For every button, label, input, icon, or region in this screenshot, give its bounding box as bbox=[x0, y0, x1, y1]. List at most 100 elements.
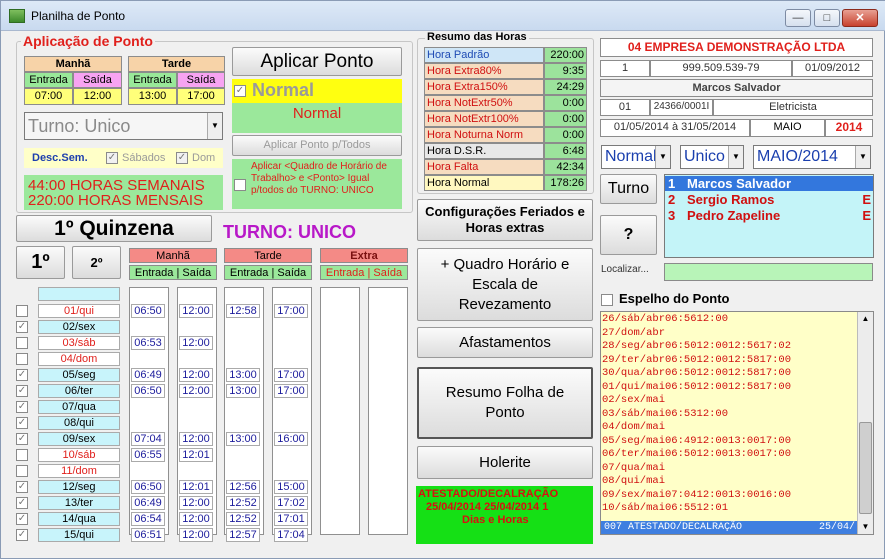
time-cell[interactable]: 16:00 bbox=[274, 432, 308, 446]
aplicar-todos-button[interactable]: Aplicar Ponto p/Todos bbox=[232, 135, 402, 156]
turno-button[interactable]: Turno bbox=[600, 174, 657, 204]
time-cell[interactable]: 06:54 bbox=[131, 512, 165, 526]
time-cell[interactable]: 06:50 bbox=[131, 480, 165, 494]
time-cell[interactable] bbox=[179, 352, 213, 366]
aplicar-ponto-button[interactable]: Aplicar Ponto bbox=[232, 47, 402, 76]
time-cell[interactable]: 15:00 bbox=[274, 480, 308, 494]
time-cell[interactable]: 12:00 bbox=[179, 512, 213, 526]
time-cell[interactable] bbox=[226, 320, 260, 334]
time-cell[interactable] bbox=[131, 352, 165, 366]
time-cell[interactable]: 17:00 bbox=[274, 368, 308, 382]
time-cell[interactable]: 12:00 bbox=[179, 384, 213, 398]
employee-list[interactable]: 1 Marcos Salvador 2 Sergio Ramos E 3 Pedro Zap… bbox=[664, 174, 874, 258]
time-cell[interactable]: 12:57 bbox=[226, 528, 260, 542]
time-cell[interactable]: 12:01 bbox=[179, 448, 213, 462]
day-checkbox[interactable]: ✓ bbox=[16, 401, 28, 413]
time-cell[interactable]: 06:49 bbox=[131, 496, 165, 510]
time-cell[interactable] bbox=[131, 320, 165, 334]
scroll-thumb[interactable] bbox=[859, 422, 872, 514]
day-checkbox[interactable] bbox=[16, 337, 28, 349]
dom-checkbox[interactable]: ✓ bbox=[176, 152, 188, 164]
quinzena-1-button[interactable]: 1º bbox=[16, 246, 65, 279]
time-cell[interactable]: 12:56 bbox=[226, 480, 260, 494]
time-cell[interactable]: 12:00 bbox=[179, 368, 213, 382]
sabados-checkbox[interactable]: ✓ bbox=[106, 152, 118, 164]
time-cell[interactable] bbox=[226, 464, 260, 478]
time-cell[interactable]: 17:04 bbox=[274, 528, 308, 542]
time-cell[interactable]: 06:50 bbox=[131, 384, 165, 398]
time-cell[interactable] bbox=[131, 400, 165, 414]
tipo-select[interactable]: Normal ▼ bbox=[601, 145, 671, 169]
manha-entrada-input[interactable]: 07:00 bbox=[24, 88, 73, 105]
day-checkbox[interactable] bbox=[16, 305, 28, 317]
time-cell[interactable]: 06:53 bbox=[131, 336, 165, 350]
time-cell[interactable]: 17:02 bbox=[274, 496, 308, 510]
time-cell[interactable] bbox=[131, 416, 165, 430]
time-cell[interactable] bbox=[274, 448, 308, 462]
scroll-down-icon[interactable]: ▼ bbox=[859, 520, 872, 534]
minimize-button[interactable]: — bbox=[785, 9, 811, 27]
time-cell[interactable]: 06:50 bbox=[131, 304, 165, 318]
tarde-saida-input[interactable]: 17:00 bbox=[177, 88, 225, 105]
day-checkbox[interactable]: ✓ bbox=[16, 481, 28, 493]
time-cell[interactable] bbox=[179, 464, 213, 478]
employee-row[interactable]: 2 Sergio Ramos E bbox=[665, 192, 873, 207]
quinzena-2-button[interactable]: 2º bbox=[72, 246, 121, 279]
day-checkbox[interactable] bbox=[16, 465, 28, 477]
help-button[interactable]: ? bbox=[600, 215, 657, 255]
scroll-up-icon[interactable]: ▲ bbox=[859, 312, 872, 326]
day-checkbox[interactable] bbox=[16, 353, 28, 365]
manha-saida-input[interactable]: 12:00 bbox=[73, 88, 122, 105]
time-cell[interactable]: 12:52 bbox=[226, 496, 260, 510]
resumo-folha-button[interactable]: Resumo Folha de Ponto bbox=[417, 367, 593, 439]
time-cell[interactable]: 17:00 bbox=[274, 384, 308, 398]
maximize-button[interactable]: □ bbox=[814, 9, 840, 27]
time-cell[interactable]: 13:00 bbox=[226, 368, 260, 382]
espelho-checkbox[interactable] bbox=[601, 294, 613, 306]
time-cell[interactable] bbox=[226, 352, 260, 366]
time-cell[interactable]: 12:00 bbox=[179, 528, 213, 542]
normal-checkbox[interactable]: ✓ bbox=[234, 85, 246, 97]
time-cell[interactable]: 12:52 bbox=[226, 512, 260, 526]
time-cell[interactable]: 12:01 bbox=[179, 480, 213, 494]
time-cell[interactable]: 07:04 bbox=[131, 432, 165, 446]
close-button[interactable]: ✕ bbox=[842, 9, 878, 27]
time-cell[interactable] bbox=[226, 336, 260, 350]
day-checkbox[interactable]: ✓ bbox=[16, 513, 28, 525]
time-cell[interactable]: 17:01 bbox=[274, 512, 308, 526]
day-checkbox[interactable]: ✓ bbox=[16, 433, 28, 445]
mes-select[interactable]: MAIO/2014 ▼ bbox=[753, 145, 871, 169]
time-cell[interactable] bbox=[274, 464, 308, 478]
time-cell[interactable] bbox=[274, 352, 308, 366]
time-cell[interactable]: 12:58 bbox=[226, 304, 260, 318]
employee-row[interactable]: 3 Pedro Zapeline E bbox=[665, 208, 873, 223]
localizar-input[interactable] bbox=[664, 263, 873, 281]
time-cell[interactable]: 12:00 bbox=[179, 304, 213, 318]
time-cell[interactable] bbox=[179, 320, 213, 334]
time-cell[interactable]: 06:49 bbox=[131, 368, 165, 382]
time-cell[interactable]: 06:51 bbox=[131, 528, 165, 542]
time-cell[interactable]: 06:55 bbox=[131, 448, 165, 462]
time-cell[interactable] bbox=[274, 416, 308, 430]
espelho-scrollbar[interactable]: ▲ ▼ bbox=[857, 312, 873, 534]
time-cell[interactable]: 13:00 bbox=[226, 384, 260, 398]
time-cell[interactable]: 12:00 bbox=[179, 496, 213, 510]
time-cell[interactable] bbox=[226, 448, 260, 462]
turno-filter-select[interactable]: Unico ▼ bbox=[680, 145, 744, 169]
day-checkbox[interactable]: ✓ bbox=[16, 385, 28, 397]
espelho-list[interactable]: 26/sáb/abr06:5612:00 27/dom/abr 28/seg/abr… bbox=[600, 311, 874, 535]
day-checkbox[interactable]: ✓ bbox=[16, 321, 28, 333]
time-cell[interactable]: 17:00 bbox=[274, 304, 308, 318]
employee-row[interactable]: 1 Marcos Salvador bbox=[665, 176, 873, 191]
time-cell[interactable] bbox=[179, 416, 213, 430]
holerite-button[interactable]: Holerite bbox=[417, 446, 593, 479]
time-cell[interactable]: 12:00 bbox=[179, 336, 213, 350]
tarde-entrada-input[interactable]: 13:00 bbox=[128, 88, 177, 105]
time-cell[interactable] bbox=[226, 416, 260, 430]
quadro-horario-button[interactable]: + Quadro Horário e Escala de Revezamento bbox=[417, 248, 593, 321]
time-cell[interactable] bbox=[131, 464, 165, 478]
aplicar-quadro-checkbox[interactable] bbox=[234, 179, 246, 191]
time-cell[interactable] bbox=[226, 400, 260, 414]
time-cell[interactable] bbox=[274, 336, 308, 350]
day-checkbox[interactable]: ✓ bbox=[16, 369, 28, 381]
